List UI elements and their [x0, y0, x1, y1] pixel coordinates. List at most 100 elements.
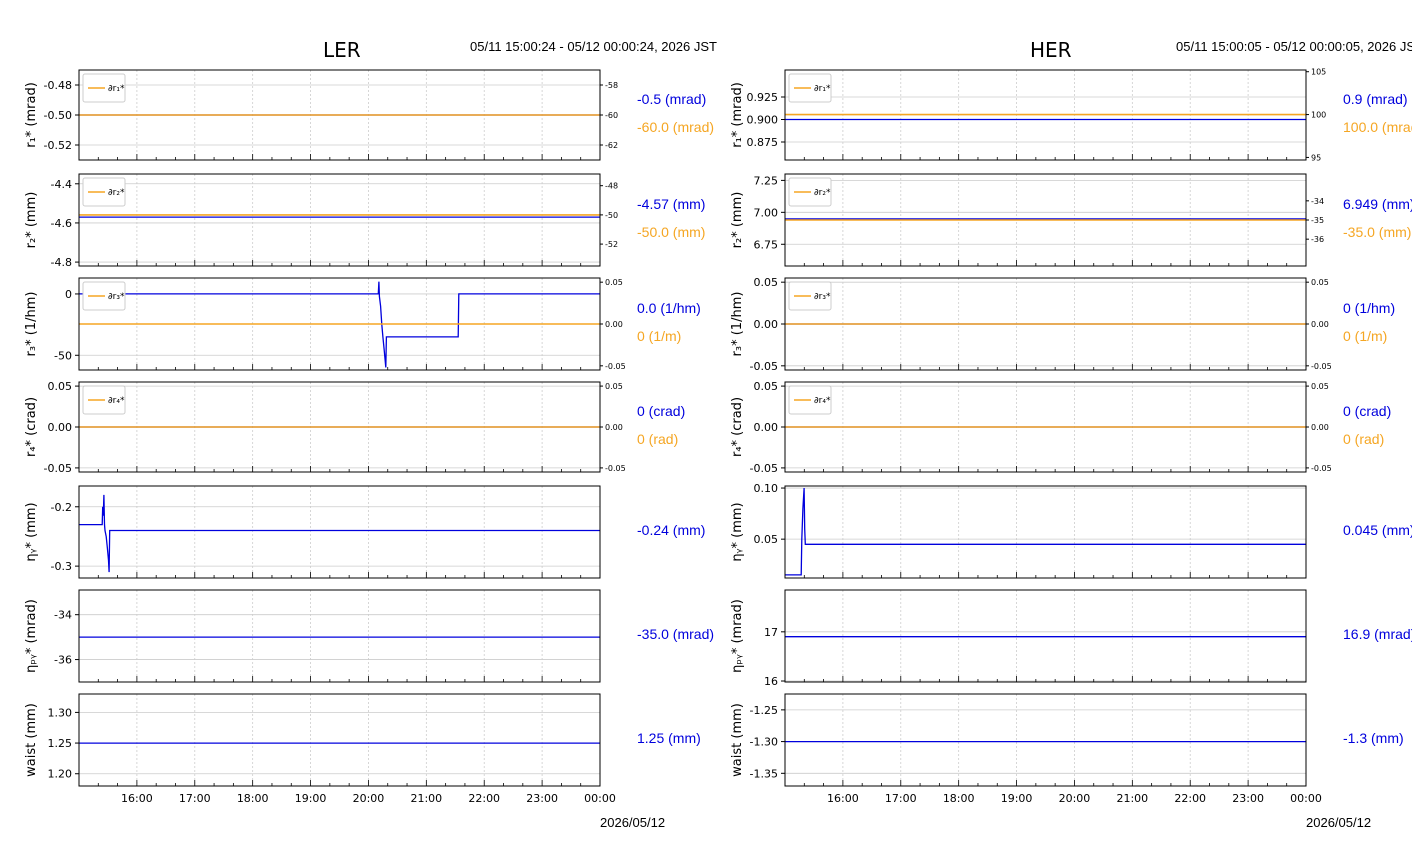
ler-waist-ylabel: waist (mm): [24, 703, 39, 777]
ler-waist-frame: [78, 693, 601, 787]
her-r4-readout-primary: 0 (crad): [1343, 403, 1392, 419]
her-r3-legend-label: ∂r₃*: [814, 292, 831, 302]
ler-xtick-label: 21:00: [410, 792, 442, 805]
ler-etay-ytick-label: -0.3: [51, 560, 72, 573]
her-r4-ytick-label: -0.05: [750, 462, 778, 475]
ler-r1-y2tick-label: -60: [605, 111, 618, 120]
her-waist-ytick-label: -1.30: [750, 736, 778, 749]
her-date-label: 2026/05/12: [1306, 815, 1372, 830]
ler-waist-ytick-label: 1.30: [48, 706, 73, 719]
her-xtick-label: 19:00: [1001, 792, 1033, 805]
her-r2-y2tick-label: -35: [1311, 216, 1324, 225]
ler-r4-panel: 0.05 0.00 -0.05 0.05 0.00 -0.05 ∂r₄* r₄* (crad): [24, 380, 626, 475]
ler-date-label: 2026/05/12: [600, 815, 666, 830]
ler-xtick-label: 17:00: [179, 792, 211, 805]
ler-r2-y2tick-label: -50: [605, 211, 618, 220]
ler-xtick-label: 23:00: [526, 792, 558, 805]
ler-r3-y2tick-label: -0.05: [605, 362, 626, 371]
her-etay-readout-primary: 0.045 (mm): [1343, 522, 1412, 538]
her-etay-panel: 0.10 0.05 ηᵧ* (mm): [730, 482, 1307, 579]
her-r2-legend-label: ∂r₂*: [814, 188, 831, 198]
ler-r4-y2tick-label: 0.00: [605, 423, 623, 432]
ler-r3-ytick-label: 0: [65, 288, 72, 301]
ler-etay-readout-primary: -0.24 (mm): [637, 522, 706, 538]
her-r4-y2tick-label: 0.05: [1311, 382, 1329, 391]
ler-xtick-label: 18:00: [237, 792, 269, 805]
ler-waist-ytick-label: 1.25: [48, 737, 73, 750]
ler-r2-ytick-label: -4.6: [51, 217, 72, 230]
her-r2-y2tick-label: -36: [1311, 235, 1324, 244]
her-r2-readout-primary: 6.949 (mm): [1343, 196, 1412, 212]
ler-etay-panel: -0.2 -0.3 ηᵧ* (mm): [24, 485, 601, 579]
her-r3-y2tick-label: 0.00: [1311, 320, 1329, 329]
ler-r3-readout-primary: 0.0 (1/hm): [637, 300, 701, 316]
her-r4-y2tick-label: 0.00: [1311, 423, 1329, 432]
ler-r3-y2tick-label: 0.00: [605, 320, 623, 329]
ler-r4-readout-primary: 0 (crad): [637, 403, 686, 419]
her-waist-panel: -1.25 -1.30 -1.35 waist (mm) 16:00 17:00 18:00…: [730, 693, 1322, 805]
her-r2-panel: 7.25 7.00 6.75 -34 -35 -36 ∂r₂* r₂* (mm): [730, 173, 1324, 267]
her-xtick-label: 22:00: [1174, 792, 1206, 805]
her-r1-y2tick-label: 100: [1311, 111, 1326, 120]
her-waist-readout-primary: -1.3 (mm): [1343, 730, 1404, 746]
her-r3-readout-primary: 0 (1/hm): [1343, 300, 1396, 316]
ler-r1-ytick-label: -0.48: [44, 79, 72, 92]
ler-r1-panel: -0.48 -0.50 -0.52 -58 -60 -62 ∂r₁* r₁* (mrad): [24, 69, 618, 161]
her-xtick-label: 21:00: [1116, 792, 1148, 805]
her-r4-ytick-label: 0.05: [754, 380, 779, 393]
ler-waist-ytick-label: 1.20: [48, 768, 73, 781]
her-etay-ylabel: ηᵧ* (mm): [730, 502, 745, 561]
her-etapy-ylabel: ηₚᵧ* (mrad): [730, 599, 745, 673]
ler-r2-ytick-label: -4.4: [51, 178, 72, 191]
her-etapy-readout-primary: 16.9 (mrad): [1343, 626, 1412, 642]
her-r2-ytick-label: 6.75: [754, 238, 779, 251]
ler-r2-y2tick-label: -48: [605, 182, 618, 191]
ler-waist-panel: 1.30 1.25 1.20 waist (mm) 16:00 17:00 18:00 19:…: [24, 693, 616, 805]
her-etay-frame: [784, 485, 1307, 579]
her-r1-y2tick-label: 95: [1311, 153, 1321, 162]
ler-xtick-label: 20:00: [353, 792, 385, 805]
her-etapy-frame: [784, 589, 1307, 683]
ler-xtick-label: 22:00: [468, 792, 500, 805]
ler-r4-readout-secondary: 0 (rad): [637, 431, 679, 447]
her-waist-ylabel: waist (mm): [730, 703, 745, 777]
ler-r1-readout-secondary: -60.0 (mrad): [637, 119, 715, 135]
her-r4-ytick-label: 0.00: [754, 421, 779, 434]
her-r3-ytick-label: 0.05: [754, 276, 779, 289]
her-waist-ytick-label: -1.25: [750, 704, 778, 717]
ler-etapy-ylabel: ηₚᵧ* (mrad): [24, 599, 39, 673]
her-xtick-label: 16:00: [827, 792, 859, 805]
her-r3-readout-secondary: 0 (1/m): [1343, 328, 1388, 344]
her-r1-readout-secondary: 100.0 (mrad): [1343, 119, 1412, 135]
her-xtick-label: 20:00: [1059, 792, 1091, 805]
ler-xtick-label: 16:00: [121, 792, 153, 805]
ler-r1-ytick-label: -0.52: [44, 139, 72, 152]
her-r2-y2tick-label: -34: [1311, 197, 1324, 206]
ler-r4-ytick-label: 0.00: [48, 421, 73, 434]
ler-r2-ytick-label: -4.8: [51, 256, 72, 269]
her-r4-y2tick-label: -0.05: [1311, 464, 1332, 473]
her-etapy-ytick-label: 16: [764, 675, 778, 688]
her-etapy-panel: 17 16 ηₚᵧ* (mrad): [730, 589, 1307, 688]
her-xtick-label: 00:00: [1290, 792, 1322, 805]
ler-etapy-panel: -34 -36 ηₚᵧ* (mrad): [24, 589, 601, 683]
ler-etapy-ytick-label: -36: [54, 654, 72, 667]
ler-r1-y2tick-label: -62: [605, 141, 618, 150]
her-r3-ytick-label: -0.05: [750, 360, 778, 373]
her-etapy-ytick-label: 17: [764, 626, 778, 639]
ler-r4-y2tick-label: -0.05: [605, 464, 626, 473]
ler-r2-legend-label: ∂r₂*: [108, 188, 125, 198]
ler-waist-readout-primary: 1.25 (mm): [637, 730, 701, 746]
her-r1-ytick-label: 0.900: [747, 114, 779, 127]
ler-r4-legend-label: ∂r₄*: [108, 396, 125, 406]
her-r3-ytick-label: 0.00: [754, 318, 779, 331]
her-r2-ylabel: r₂* (mm): [730, 192, 745, 249]
ler-etay-frame: [78, 485, 601, 579]
ler-r2-panel: -4.4 -4.6 -4.8 -48 -50 -52 ∂r₂* r₂* (mm): [24, 173, 618, 269]
her-r2-readout-secondary: -35.0 (mm): [1343, 224, 1412, 240]
her-r2-ytick-label: 7.00: [754, 206, 779, 219]
her-r3-panel: 0.05 0.00 -0.05 0.05 0.00 -0.05 ∂r₃* r₃* (1/hm): [730, 276, 1332, 373]
ler-r1-ylabel: r₁* (mrad): [24, 82, 39, 148]
ler-r4-ylabel: r₄* (crad): [24, 397, 39, 457]
her-xtick-label: 17:00: [885, 792, 917, 805]
